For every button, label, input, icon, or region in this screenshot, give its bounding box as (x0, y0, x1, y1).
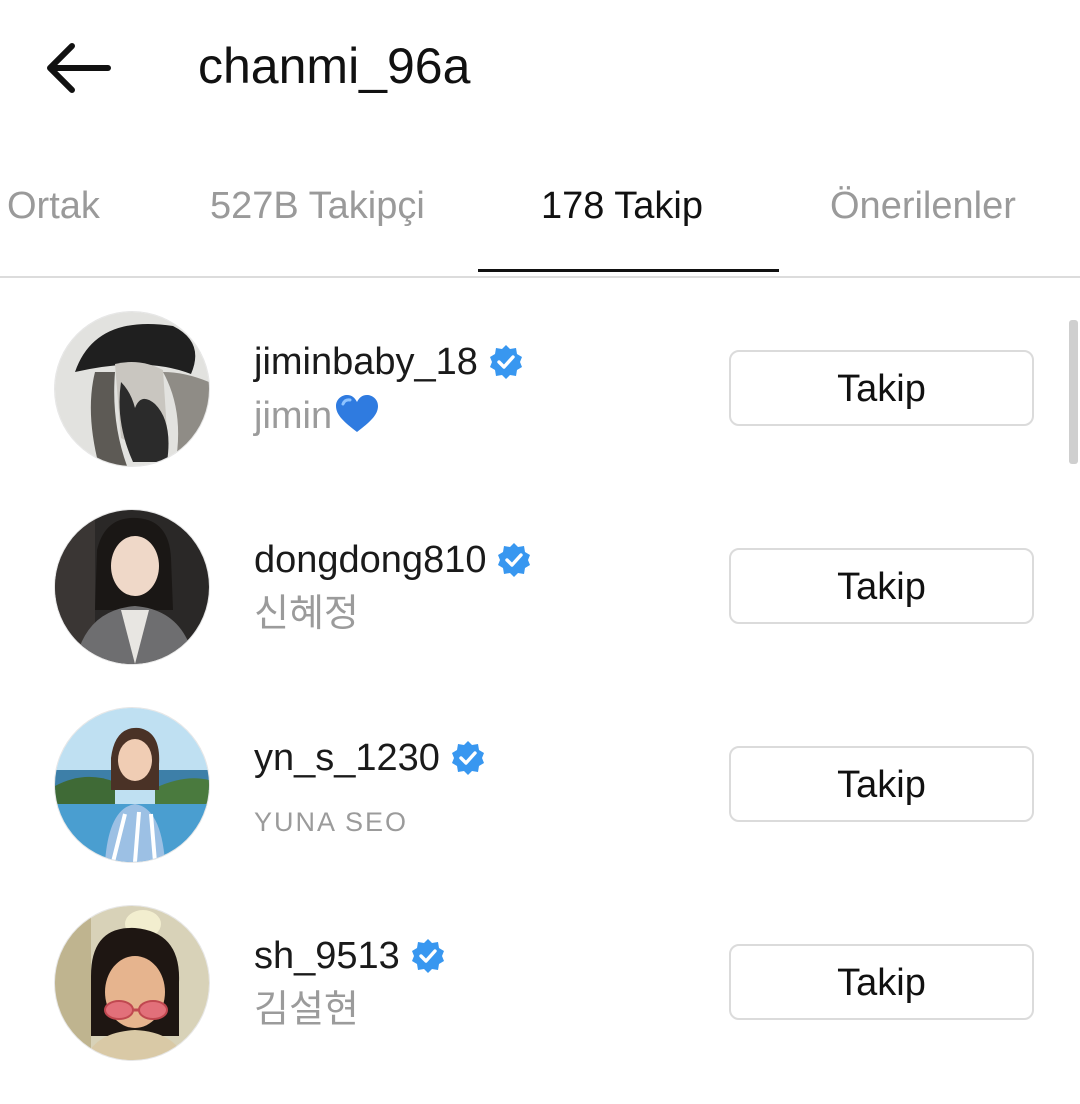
account-username[interactable]: yn_s_1230 (254, 734, 486, 782)
tab-ortak[interactable]: Ortak (7, 180, 100, 232)
arrow-left-icon (47, 43, 111, 93)
avatar[interactable] (55, 312, 209, 466)
tab-bar: Ortak 527B Takipçi 178 Takip Önerilenler (0, 170, 1080, 278)
verified-badge-icon (451, 741, 484, 775)
tab-suggested[interactable]: Önerilenler (830, 180, 1016, 232)
tab-followers[interactable]: 527B Takipçi (210, 180, 425, 232)
verified-badge-icon (498, 543, 531, 577)
header-bar: chanmi_96a (0, 0, 1080, 135)
follow-button[interactable]: Takip (729, 746, 1034, 822)
account-username[interactable]: sh_9513 (254, 932, 446, 980)
follow-button[interactable]: Takip (729, 548, 1034, 624)
blue-heart-emoji-icon (336, 395, 379, 432)
account-full-name: 김설현 (254, 989, 359, 1031)
avatar[interactable] (55, 708, 209, 862)
account-full-name: 신혜정 (254, 593, 359, 635)
active-tab-indicator (478, 269, 779, 272)
page-title: chanmi_96a (198, 38, 471, 94)
scrollbar[interactable] (1069, 320, 1078, 464)
tab-following[interactable]: 178 Takip (541, 180, 703, 232)
list-item[interactable]: yn_s_1230 YUNA SEO Takip (0, 708, 1080, 906)
list-item[interactable]: jiminbaby_18 jimin Takip (0, 312, 1080, 510)
account-full-name: YUNA SEO (254, 807, 409, 837)
back-button[interactable] (40, 38, 116, 98)
follow-button[interactable]: Takip (729, 350, 1034, 426)
avatar[interactable] (55, 510, 209, 664)
account-full-name: jimin (254, 392, 380, 440)
list-item[interactable]: dongdong810 신혜정 Takip (0, 510, 1080, 708)
list-item[interactable]: sh_9513 김설현 Takip (0, 906, 1080, 1104)
avatar[interactable] (55, 906, 209, 1060)
account-username[interactable]: jiminbaby_18 (254, 338, 524, 386)
verified-badge-icon (489, 345, 522, 379)
follow-button[interactable]: Takip (729, 944, 1034, 1020)
verified-badge-icon (411, 939, 444, 973)
account-username[interactable]: dongdong810 (254, 536, 532, 584)
